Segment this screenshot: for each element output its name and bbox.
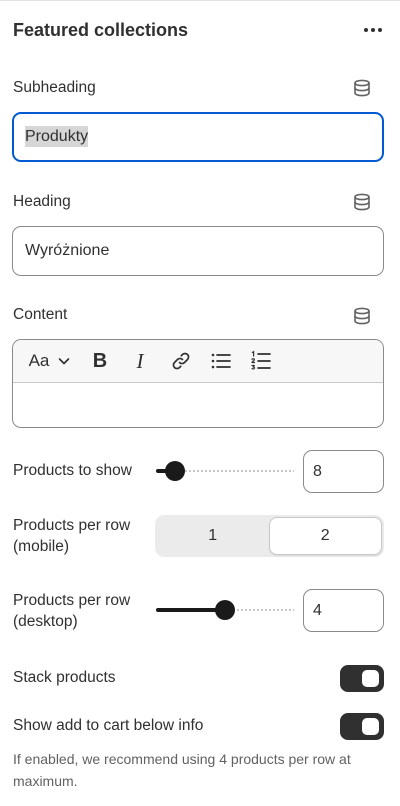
content-label: Content: [13, 306, 68, 323]
database-icon[interactable]: [352, 192, 372, 212]
products-per-row-mobile-label: Products per row (mobile): [13, 517, 131, 555]
chevron-down-icon[interactable]: [56, 346, 72, 376]
segment-option-1[interactable]: 1: [157, 517, 269, 555]
link-icon[interactable]: [170, 346, 192, 376]
panel-top-border: [0, 0, 400, 1]
products-per-row-desktop-slider[interactable]: [156, 598, 294, 622]
more-options-button[interactable]: [359, 16, 387, 44]
toggle-knob: [362, 718, 379, 735]
products-to-show-slider[interactable]: [156, 459, 294, 483]
toggle-knob: [362, 670, 379, 687]
heading-input-value: Wyróżnione: [25, 242, 110, 259]
products-to-show-input[interactable]: 8: [303, 450, 384, 493]
numbered-list-icon[interactable]: [250, 346, 272, 376]
stack-products-toggle[interactable]: [340, 665, 384, 692]
database-icon[interactable]: [352, 78, 372, 98]
subheading-input[interactable]: Produkty: [12, 112, 384, 162]
bulleted-list-icon[interactable]: [210, 346, 232, 376]
slider-thumb[interactable]: [215, 600, 235, 620]
heading-label: Heading: [13, 193, 71, 210]
content-editor-body[interactable]: [13, 383, 383, 427]
content-rich-text-editor: Aa B I: [12, 339, 384, 428]
slider-thumb[interactable]: [165, 461, 185, 481]
stack-products-label: Stack products: [13, 669, 116, 686]
more-horizontal-icon: [364, 28, 368, 32]
database-icon[interactable]: [352, 306, 372, 326]
subheading-input-value: Produkty: [25, 126, 89, 147]
panel-title: Featured collections: [13, 19, 189, 40]
products-to-show-label: Products to show: [13, 462, 132, 479]
rich-text-toolbar: Aa B I: [13, 340, 383, 383]
add-to-cart-help-text: If enabled, we recommend using 4 product…: [13, 751, 351, 789]
segment-option-2[interactable]: 2: [268, 517, 382, 555]
products-per-row-desktop-label: Products per row (desktop): [13, 592, 131, 630]
text-style-icon[interactable]: Aa: [28, 346, 50, 376]
show-add-to-cart-toggle[interactable]: [340, 713, 384, 740]
heading-input[interactable]: Wyróżnione: [12, 226, 384, 276]
italic-icon[interactable]: I: [130, 346, 150, 376]
subheading-label: Subheading: [13, 79, 96, 96]
show-add-to-cart-label: Show add to cart below info: [13, 717, 204, 734]
products-per-row-mobile-segmented-control: 1 2: [155, 515, 384, 557]
panel-header: Featured collections: [13, 16, 387, 44]
bold-icon[interactable]: B: [90, 346, 110, 376]
products-per-row-desktop-input[interactable]: 4: [303, 589, 384, 632]
